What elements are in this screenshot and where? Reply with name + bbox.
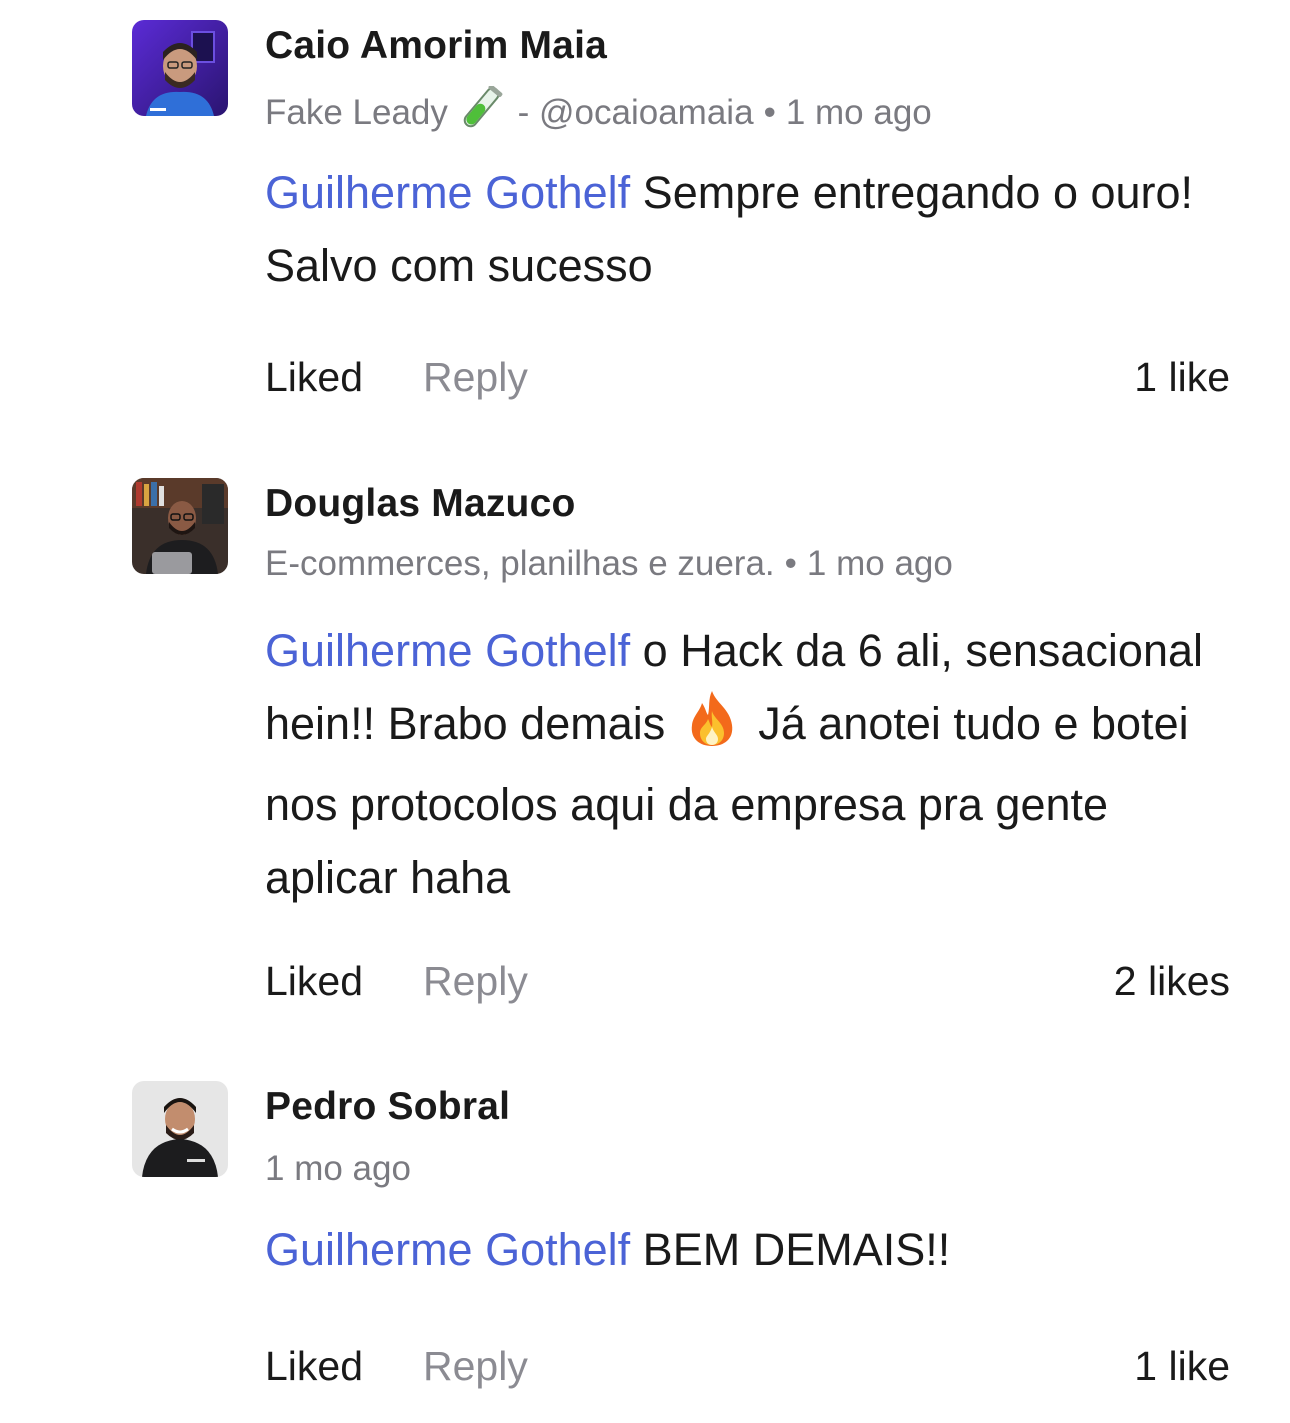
author-meta: Fake Leady - @ocaioamaia • 1 mo ago — [265, 84, 932, 139]
author-handle: - @ocaioamaia — [517, 93, 754, 132]
reply-button[interactable]: Reply — [423, 958, 528, 1005]
reply-button[interactable]: Reply — [423, 354, 528, 401]
avatar[interactable] — [132, 1081, 228, 1177]
comment-text: Guilherme Gothelf BEM DEMAIS!! — [265, 1224, 951, 1275]
like-count[interactable]: 1 like — [1134, 1343, 1230, 1390]
comment-time: 1 mo ago — [785, 93, 932, 132]
comment-text: Guilherme Gothelf o Hack da 6 ali, sensa… — [265, 625, 1203, 903]
mention-link[interactable]: Guilherme Gothelf — [265, 167, 630, 218]
comment-time: 1 mo ago — [806, 544, 953, 583]
like-count[interactable]: 1 like — [1134, 354, 1230, 401]
author-name[interactable]: Douglas Mazuco — [265, 482, 576, 526]
mention-link[interactable]: Guilherme Gothelf — [265, 625, 630, 676]
avatar[interactable] — [132, 478, 228, 574]
liked-button[interactable]: Liked — [265, 354, 363, 401]
author-meta: 1 mo ago — [265, 1149, 411, 1189]
avatar[interactable] — [132, 20, 228, 116]
author-headline: Fake Leady — [265, 93, 448, 132]
fire-icon — [684, 689, 740, 768]
liked-button[interactable]: Liked — [265, 1343, 363, 1390]
author-headline: E-commerces, planilhas e zuera. — [265, 544, 775, 583]
author-name[interactable]: Caio Amorim Maia — [265, 24, 607, 68]
reply-button[interactable]: Reply — [423, 1343, 528, 1390]
author-name[interactable]: Pedro Sobral — [265, 1085, 510, 1129]
comment-actions: Liked Reply 2 likes — [265, 958, 1230, 1010]
author-meta: E-commerces, planilhas e zuera. • 1 mo ago — [265, 544, 953, 583]
comment-time: 1 mo ago — [265, 1149, 411, 1188]
like-count[interactable]: 2 likes — [1114, 958, 1230, 1005]
comment-actions: Liked Reply 1 like — [265, 354, 1230, 406]
comment-actions: Liked Reply 1 like — [265, 1343, 1230, 1395]
test-tube-icon — [458, 84, 504, 139]
comment-text: Guilherme Gothelf Sempre entregando o ou… — [265, 167, 1194, 291]
liked-button[interactable]: Liked — [265, 958, 363, 1005]
mention-link[interactable]: Guilherme Gothelf — [265, 1224, 630, 1275]
